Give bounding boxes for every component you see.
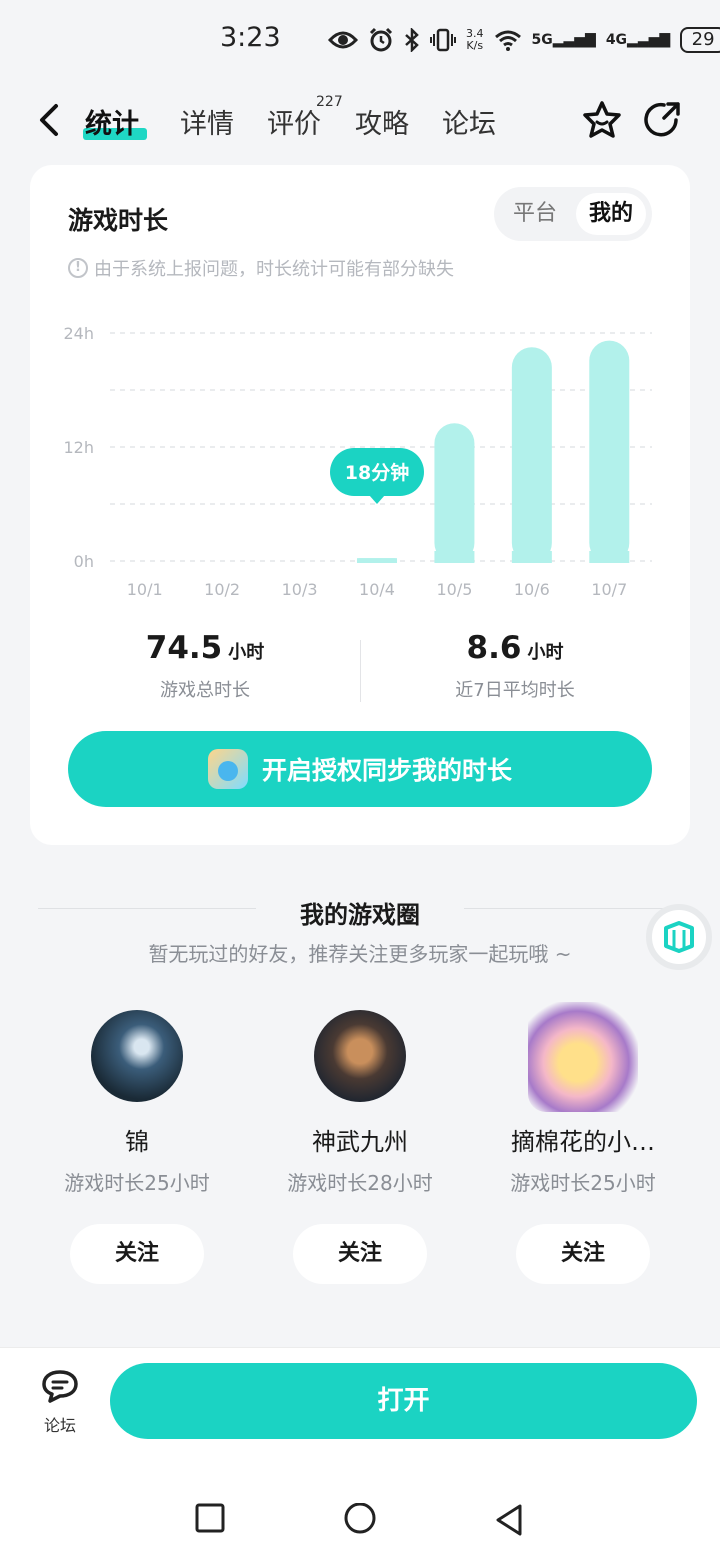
tab-stats[interactable]: 统计 — [85, 102, 139, 141]
chart-bar-base — [434, 551, 475, 563]
game-time-card: 游戏时长 平台 我的 ! 由于系统上报问题，时长统计可能有部分缺失 24h 12h… — [30, 165, 690, 845]
bottom-action-bar: 论坛 打开 — [0, 1347, 720, 1457]
top-tab-bar: 统计 详情 评价 227 攻略 论坛 — [0, 86, 720, 156]
game-circle-subtitle: 暂无玩过的好友，推荐关注更多玩家一起玩哦 ~ — [148, 942, 572, 966]
game-circle-title: 我的游戏圈 — [300, 901, 420, 929]
chart-bar-base — [511, 551, 552, 563]
friend-name: 摘棉花的小… — [511, 1128, 655, 1156]
forum-label: 论坛 — [43, 1416, 76, 1435]
chart-bar — [511, 347, 552, 563]
app-icon — [207, 749, 248, 789]
net-speed-unit: K/s — [466, 39, 484, 52]
follow-button[interactable]: 关注 — [293, 1224, 427, 1284]
signal-4g-label: 4G — [605, 32, 628, 48]
total-label: 游戏总时长 — [160, 680, 250, 701]
bluetooth-icon — [405, 28, 419, 52]
status-time: 3:23 — [220, 22, 281, 53]
average-label: 近7日平均时长 — [455, 680, 575, 701]
y-tick-label: 24h — [64, 324, 95, 343]
status-icons: 3.4 K/s 5G▂▃▅▇ 4G▂▃▅▇ 29 ⚡ — [328, 22, 720, 58]
chart-tooltip-text: 18分钟 — [345, 461, 409, 484]
friend-playtime: 游戏时长28小时 — [287, 1171, 433, 1195]
x-tick-label: 10/2 — [204, 580, 240, 599]
friend-name: 神武九州 — [312, 1128, 408, 1156]
average-value: 8.6 — [466, 630, 522, 666]
x-tick-label: 10/3 — [282, 580, 318, 599]
friend-playtime: 游戏时长25小时 — [510, 1171, 656, 1195]
scope-toggle: 平台 我的 — [494, 187, 652, 241]
eye-icon — [328, 31, 358, 49]
y-tick-label: 12h — [64, 438, 95, 457]
vibrate-icon — [430, 28, 456, 52]
x-tick-label: 10/5 — [436, 580, 472, 599]
data-notice: ! 由于系统上报问题，时长统计可能有部分缺失 — [68, 255, 454, 281]
average-playtime: 8.6 小时 近7日平均时长 — [410, 630, 620, 702]
star-icon[interactable] — [580, 98, 624, 142]
x-tick-label: 10/6 — [514, 580, 550, 599]
chart-tooltip-pointer — [369, 495, 385, 504]
home-icon[interactable] — [343, 1503, 377, 1537]
system-nav-bar — [0, 1457, 720, 1559]
average-unit: 小时 — [527, 642, 564, 663]
floating-cube-button[interactable] — [646, 904, 712, 970]
reviews-count-badge: 227 — [316, 94, 343, 110]
x-tick-label: 10/4 — [359, 580, 395, 599]
follow-button[interactable]: 关注 — [70, 1224, 204, 1284]
signal-4g: 4G▂▃▅▇ — [605, 32, 671, 48]
tab-forum[interactable]: 论坛 — [442, 102, 496, 141]
toggle-platform[interactable]: 平台 — [502, 193, 568, 235]
chart-bar-base — [589, 551, 630, 563]
signal-5g: 5G▂▃▅▇ — [531, 32, 596, 48]
stat-divider — [360, 640, 361, 702]
tab-reviews[interactable]: 评价 — [267, 102, 321, 141]
y-tick-label: 0h — [74, 552, 94, 571]
chart-bar — [434, 423, 475, 563]
net-speed: 3.4 K/s — [466, 28, 484, 52]
friend-playtime: 游戏时长25小时 — [64, 1171, 210, 1195]
chart-bar-base — [357, 558, 397, 563]
chart-bar — [589, 340, 630, 563]
total-playtime: 74.5 小时 游戏总时长 — [100, 630, 310, 702]
sync-playtime-button[interactable]: 开启授权同步我的时长 — [68, 731, 652, 807]
x-tick-label: 10/7 — [591, 580, 627, 599]
total-value: 74.5 — [145, 630, 223, 666]
signal-5g-label: 5G — [531, 32, 553, 48]
card-title: 游戏时长 — [68, 206, 169, 235]
wifi-icon — [494, 30, 521, 51]
forum-button[interactable]: 论坛 — [30, 1368, 90, 1436]
share-icon[interactable] — [640, 98, 684, 142]
tab-details[interactable]: 详情 — [180, 102, 234, 141]
toggle-mine[interactable]: 我的 — [576, 193, 646, 235]
friend-card: 锦 游戏时长25小时 关注 — [26, 1010, 248, 1284]
avatar[interactable] — [528, 1002, 638, 1112]
info-icon: ! — [68, 258, 88, 278]
battery-indicator: 29 — [680, 27, 720, 53]
x-tick-label: 10/1 — [127, 580, 163, 599]
total-unit: 小时 — [228, 642, 265, 663]
avatar[interactable] — [314, 1010, 406, 1102]
avatar[interactable] — [91, 1010, 183, 1102]
notice-text: 由于系统上报问题，时长统计可能有部分缺失 — [94, 259, 454, 280]
recents-icon[interactable] — [195, 1503, 225, 1533]
sync-button-label: 开启授权同步我的时长 — [261, 756, 512, 785]
back-icon[interactable] — [494, 1503, 524, 1537]
friend-card: 摘棉花的小… 游戏时长25小时 关注 — [472, 1002, 694, 1284]
cube-icon — [664, 921, 694, 953]
friend-name: 锦 — [125, 1128, 149, 1156]
tab-guides[interactable]: 攻略 — [355, 102, 409, 141]
open-game-button[interactable]: 打开 — [110, 1363, 697, 1439]
chat-bubble-icon — [42, 1370, 78, 1403]
friend-card: 神武九州 游戏时长28小时 关注 — [249, 1010, 471, 1284]
status-bar: 3:23 3.4 K/s 5G▂▃▅▇ 4G▂▃▅▇ 29 ⚡ — [0, 0, 720, 80]
alarm-icon — [369, 27, 393, 52]
playtime-bar-chart: 24h 12h 0h 10/1 10/2 10/3 10/4 10/5 10/6 10/7 18分钟 — [64, 324, 652, 599]
back-arrow-icon[interactable] — [36, 102, 62, 138]
follow-button[interactable]: 关注 — [516, 1224, 650, 1284]
